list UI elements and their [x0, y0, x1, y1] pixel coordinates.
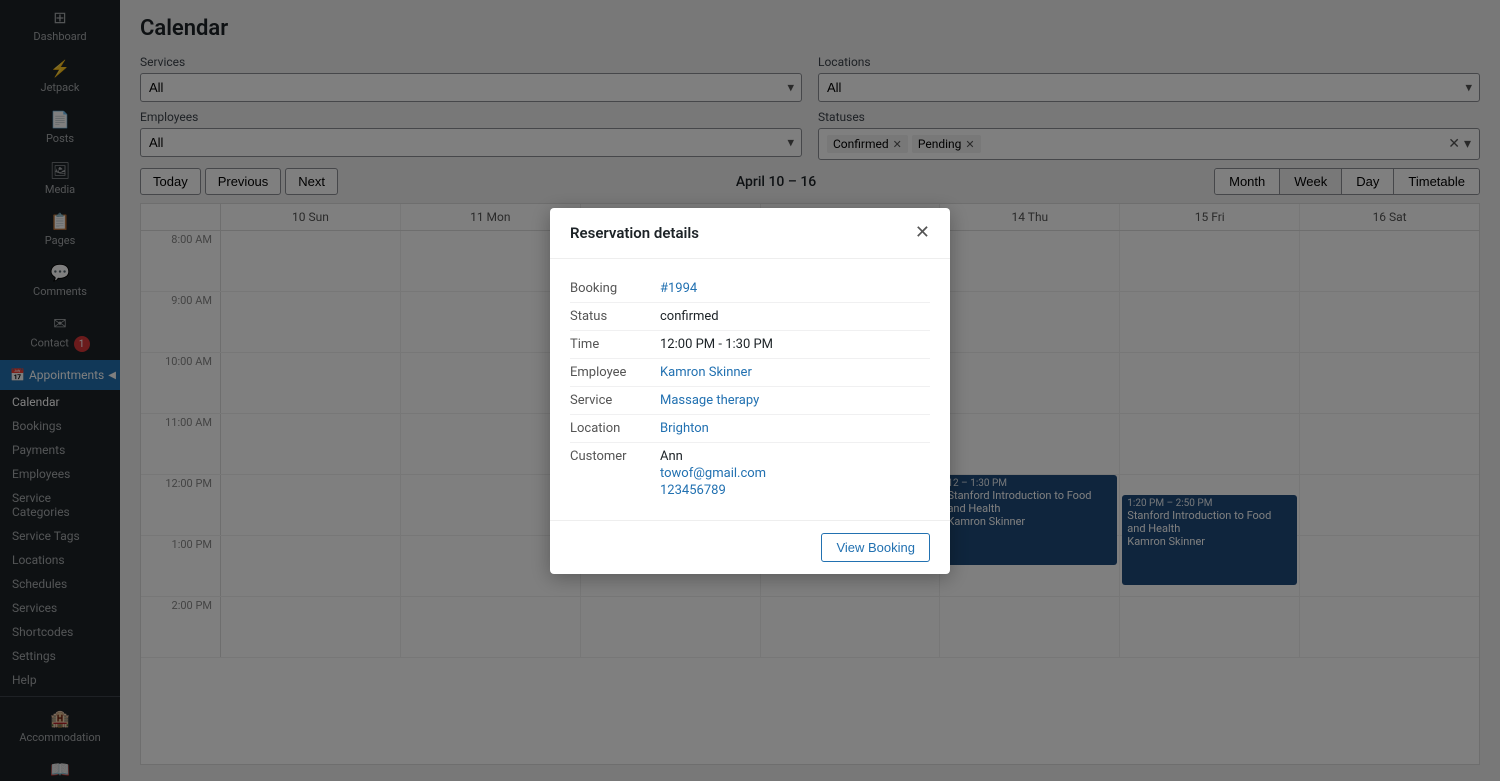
modal-body: Booking #1994 Status confirmed Time 12:0… [550, 259, 950, 520]
modal-header: Reservation details ✕ [550, 208, 950, 259]
detail-row-booking: Booking #1994 [570, 275, 930, 303]
modal-title: Reservation details [570, 224, 699, 242]
detail-label-status: Status [570, 309, 660, 324]
detail-value-customer: Ann towof@gmail.com 123456789 [660, 449, 766, 498]
detail-label-service: Service [570, 393, 660, 408]
customer-block: Ann towof@gmail.com 123456789 [660, 449, 766, 498]
detail-row-employee: Employee Kamron Skinner [570, 359, 930, 387]
detail-row-customer: Customer Ann towof@gmail.com 123456789 [570, 443, 930, 504]
detail-row-location: Location Brighton [570, 415, 930, 443]
customer-phone[interactable]: 123456789 [660, 483, 766, 498]
detail-row-service: Service Massage therapy [570, 387, 930, 415]
reservation-details-modal: Reservation details ✕ Booking #1994 Stat… [550, 208, 950, 574]
modal-overlay[interactable]: Reservation details ✕ Booking #1994 Stat… [0, 0, 1500, 781]
modal-close-button[interactable]: ✕ [915, 224, 930, 242]
booking-link[interactable]: #1994 [660, 281, 697, 296]
location-link[interactable]: Brighton [660, 421, 709, 436]
detail-value-location: Brighton [660, 421, 709, 436]
view-booking-button[interactable]: View Booking [821, 533, 930, 562]
detail-label-time: Time [570, 337, 660, 352]
detail-value-employee: Kamron Skinner [660, 365, 752, 380]
detail-value-status: confirmed [660, 309, 719, 324]
detail-label-employee: Employee [570, 365, 660, 380]
detail-label-location: Location [570, 421, 660, 436]
customer-name: Ann [660, 449, 766, 464]
detail-value-booking: #1994 [660, 281, 697, 296]
detail-row-time: Time 12:00 PM - 1:30 PM [570, 331, 930, 359]
employee-link[interactable]: Kamron Skinner [660, 365, 752, 380]
modal-footer: View Booking [550, 520, 950, 574]
detail-value-service: Massage therapy [660, 393, 759, 408]
detail-row-status: Status confirmed [570, 303, 930, 331]
customer-email[interactable]: towof@gmail.com [660, 466, 766, 481]
detail-label-booking: Booking [570, 281, 660, 296]
detail-value-time: 12:00 PM - 1:30 PM [660, 337, 773, 352]
detail-label-customer: Customer [570, 449, 660, 498]
service-link[interactable]: Massage therapy [660, 393, 759, 408]
